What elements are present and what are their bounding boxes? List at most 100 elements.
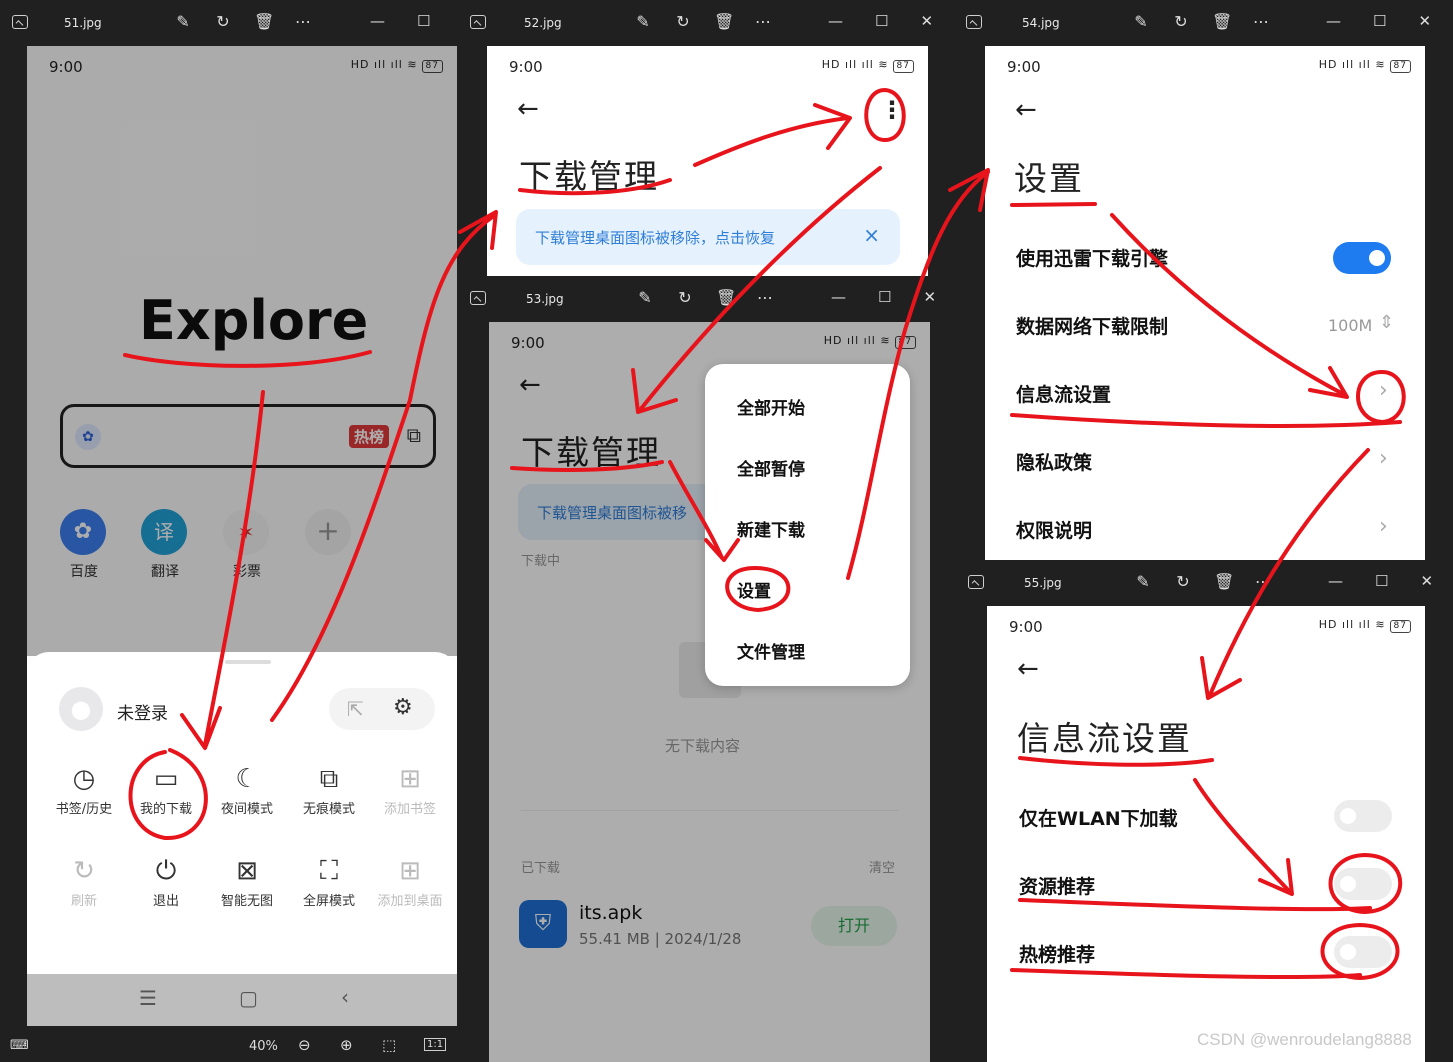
rotate-icon[interactable]: ↻: [1174, 572, 1192, 591]
settings-row-permissions[interactable]: 权限说明 ›: [985, 508, 1425, 552]
phone-screen-download-manager: 9:00 HD ıll ıll ≋ 87 ← ⋮ 下载管理 下载管理桌面图标被移除…: [487, 46, 928, 276]
menu-incognito[interactable]: ⧉ 无痕模式: [289, 760, 369, 817]
actual-size-button[interactable]: 1:1: [424, 1038, 447, 1051]
photo-app-icon: [966, 15, 982, 29]
chevron-right-icon: ›: [1379, 514, 1388, 539]
more-icon[interactable]: ⋯: [294, 12, 312, 31]
settings-gear-icon[interactable]: ⚙: [393, 695, 413, 720]
sheet-handle[interactable]: [225, 660, 271, 664]
viewer-status-bar: ⌨ 40% ⊖ ⊕ ⬚ 1:1: [0, 1030, 458, 1062]
delete-icon[interactable]: 🗑: [1212, 12, 1232, 31]
status-bar: 9:00 HD ıll ıll ≋ 87: [985, 46, 1425, 86]
viewer-window-52: 52.jpg ✎ ↻ 🗑 ⋯ — ☐ ✕ 9:00 HD ıll ıll ≋ 87…: [458, 0, 954, 276]
fit-icon[interactable]: ⬚: [382, 1036, 396, 1054]
more-options-icon[interactable]: ⋮: [880, 96, 904, 124]
edit-icon[interactable]: ✎: [634, 12, 652, 31]
settings-row-thunder-engine[interactable]: 使用迅雷下载引擎: [985, 236, 1425, 280]
status-time: 9:00: [509, 58, 543, 76]
delete-icon[interactable]: 🗑: [714, 12, 734, 31]
menu-refresh[interactable]: ↻ 刷新: [44, 852, 124, 909]
menu-bookmarks-history[interactable]: ◷ 书签/历史: [44, 760, 124, 817]
menu-file-manager[interactable]: 文件管理: [737, 638, 805, 663]
menu-new-download[interactable]: 新建下载: [737, 516, 805, 541]
page-title: 信息流设置: [1017, 719, 1192, 758]
minimize-button[interactable]: —: [828, 12, 843, 30]
avatar[interactable]: ●: [59, 687, 103, 731]
menu-add-bookmark[interactable]: ⊞ 添加书签: [370, 760, 450, 817]
edit-icon[interactable]: ✎: [1132, 12, 1150, 31]
overflow-menu: 全部开始 全部暂停 新建下载 设置 文件管理: [705, 364, 910, 686]
nav-menu-icon[interactable]: ☰: [139, 986, 157, 1010]
account-actions: ⇱ ⚙: [329, 688, 435, 730]
settings-row-data-limit[interactable]: 数据网络下载限制 100M ⇕: [985, 304, 1425, 348]
back-arrow-icon[interactable]: ←: [1015, 95, 1037, 125]
maximize-button[interactable]: ☐: [878, 288, 891, 306]
menu-no-image[interactable]: ⊠ 智能无图: [207, 852, 287, 909]
zoom-in-icon[interactable]: ⊕: [340, 1036, 353, 1054]
minimize-button[interactable]: —: [370, 12, 385, 30]
menu-my-downloads[interactable]: ▭ 我的下载: [126, 760, 206, 817]
maximize-button[interactable]: ☐: [875, 12, 888, 30]
delete-icon[interactable]: 🗑: [254, 12, 274, 31]
minimize-button[interactable]: —: [831, 288, 846, 306]
more-icon[interactable]: ⋯: [756, 288, 774, 307]
login-status[interactable]: 未登录: [117, 699, 168, 724]
rotate-icon[interactable]: ↻: [214, 12, 232, 31]
more-icon[interactable]: ⋯: [1254, 572, 1272, 591]
maximize-button[interactable]: ☐: [1373, 12, 1386, 30]
menu-pause-all[interactable]: 全部暂停: [737, 455, 805, 480]
folder-icon: ▭: [153, 764, 179, 794]
edit-icon[interactable]: ✎: [174, 12, 192, 31]
settings-row-privacy[interactable]: 隐私政策 ›: [985, 440, 1425, 484]
phone-screen-download-menu: 9:00 HD ıll ıll ≋ 87 ← 下载管理 下载管理桌面图标被移 下载…: [489, 322, 930, 1062]
share-icon[interactable]: ⇱: [347, 697, 364, 721]
incognito-icon: ⧉: [319, 764, 339, 794]
back-arrow-icon[interactable]: ←: [517, 94, 539, 124]
bookmark-add-icon: ⊞: [399, 764, 421, 794]
maximize-button[interactable]: ☐: [1375, 572, 1388, 590]
more-icon[interactable]: ⋯: [1252, 12, 1270, 31]
restore-icon-banner[interactable]: 下载管理桌面图标被移除，点击恢复 ×: [516, 209, 900, 265]
keyboard-icon[interactable]: ⌨: [10, 1038, 29, 1053]
maximize-button[interactable]: ☐: [417, 12, 430, 30]
menu-exit[interactable]: ⏻ 退出: [126, 852, 206, 909]
rotate-icon[interactable]: ↻: [1172, 12, 1190, 31]
edit-icon[interactable]: ✎: [636, 288, 654, 307]
stepper-icon[interactable]: ⇕: [1379, 312, 1394, 333]
close-button[interactable]: ✕: [920, 12, 933, 30]
thunder-engine-toggle[interactable]: [1333, 242, 1391, 274]
wlan-only-toggle[interactable]: [1334, 800, 1392, 832]
back-arrow-icon[interactable]: ←: [1017, 654, 1039, 684]
banner-close-icon[interactable]: ×: [863, 223, 880, 247]
nav-home-icon[interactable]: ▢: [239, 986, 258, 1010]
photo-app-icon: [968, 575, 984, 589]
menu-settings[interactable]: 设置: [737, 577, 771, 602]
delete-icon[interactable]: 🗑: [716, 288, 736, 307]
nav-bar: ☰ ▢ ‹: [27, 974, 457, 1026]
rotate-icon[interactable]: ↻: [674, 12, 692, 31]
close-button[interactable]: ✕: [1418, 12, 1431, 30]
status-icons: HD ıll ıll ≋ 87: [822, 58, 914, 73]
menu-add-to-desktop[interactable]: ⊞ 添加到桌面: [370, 852, 450, 909]
feed-row-resource-recommend[interactable]: 资源推荐: [987, 864, 1425, 908]
menu-night-mode[interactable]: ☾ 夜间模式: [207, 760, 287, 817]
status-bar: 9:00 HD ıll ıll ≋ 87: [987, 606, 1425, 646]
rotate-icon[interactable]: ↻: [676, 288, 694, 307]
feed-row-hot-recommend[interactable]: 热榜推荐: [987, 932, 1425, 976]
menu-start-all[interactable]: 全部开始: [737, 394, 805, 419]
more-icon[interactable]: ⋯: [754, 12, 772, 31]
hot-recommend-toggle[interactable]: [1334, 936, 1392, 968]
menu-fullscreen[interactable]: ⛶ 全屏模式: [289, 852, 369, 909]
nav-back-icon[interactable]: ‹: [341, 985, 349, 1009]
minimize-button[interactable]: —: [1326, 12, 1341, 30]
close-button[interactable]: ✕: [1420, 572, 1433, 590]
resource-recommend-toggle[interactable]: [1334, 868, 1392, 900]
minimize-button[interactable]: —: [1328, 572, 1343, 590]
zoom-out-icon[interactable]: ⊖: [298, 1036, 311, 1054]
close-button[interactable]: ✕: [923, 288, 936, 306]
phone-screen-feed-settings: 9:00 HD ıll ıll ≋ 87 ← 信息流设置 仅在WLAN下加载 资源…: [987, 606, 1425, 1062]
delete-icon[interactable]: 🗑: [1214, 572, 1234, 591]
settings-row-feed[interactable]: 信息流设置 ›: [985, 372, 1425, 416]
feed-row-wlan-only[interactable]: 仅在WLAN下加载: [987, 796, 1425, 840]
edit-icon[interactable]: ✎: [1134, 572, 1152, 591]
